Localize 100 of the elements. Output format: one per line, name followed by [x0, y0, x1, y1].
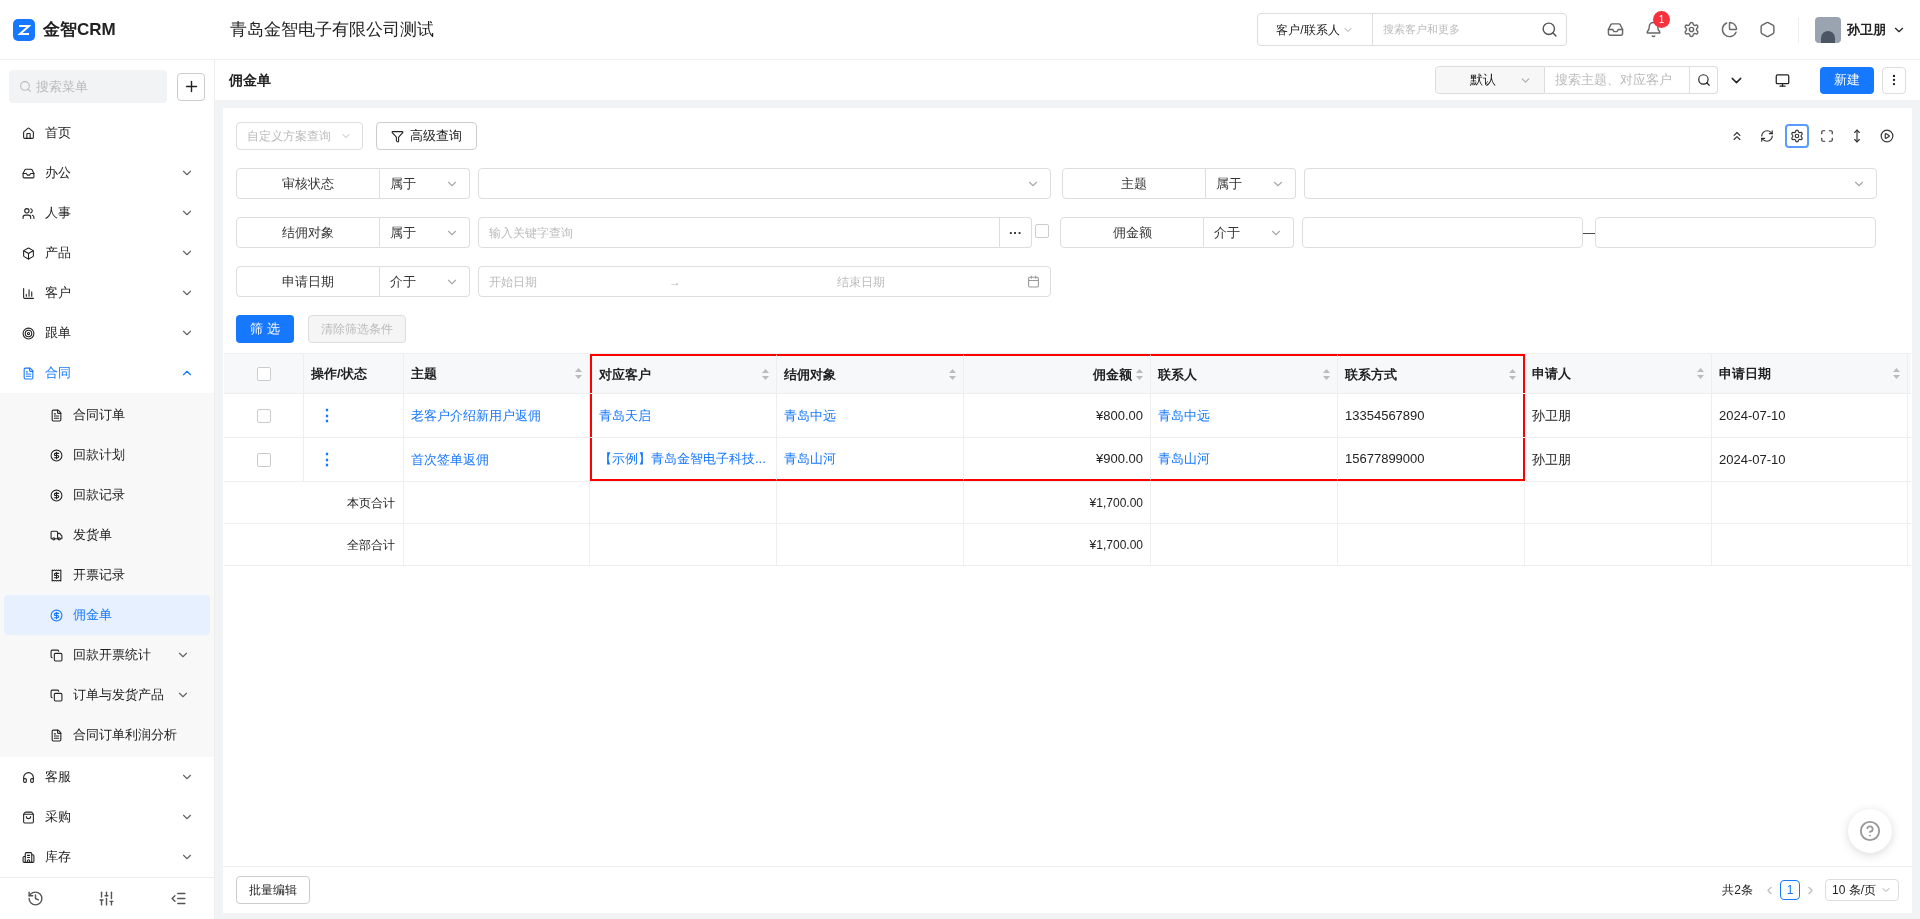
filter-label: 审核状态: [236, 168, 380, 199]
sidebar-item[interactable]: 合同: [0, 353, 214, 393]
row-menu[interactable]: ⋮: [319, 403, 335, 428]
operator-select[interactable]: 介于: [380, 266, 470, 297]
sidebar-item[interactable]: 库存: [0, 837, 214, 877]
sidebar-item[interactable]: 合同订单: [4, 395, 210, 435]
total-label: 本页合计: [347, 494, 395, 512]
table-link[interactable]: 青岛山河: [1158, 448, 1210, 469]
search-icon: [1696, 73, 1711, 87]
table-link[interactable]: 青岛中远: [784, 405, 836, 426]
sort-icon[interactable]: [1509, 369, 1516, 380]
notification-icon[interactable]: [1645, 21, 1662, 38]
sidebar-item[interactable]: 产品: [0, 233, 214, 273]
table-link[interactable]: 老客户介绍新用户返佣: [411, 405, 541, 426]
user-name[interactable]: 孙卫朋: [1847, 19, 1886, 40]
table-cell-text: 2024-07-10: [1719, 406, 1786, 425]
sidebar-item[interactable]: 佣金单: [4, 595, 210, 635]
table-cell-text: ¥900.00: [1096, 449, 1143, 468]
column-header[interactable]: 结佣对象: [777, 354, 964, 393]
more-button[interactable]: ···: [1000, 217, 1032, 248]
history-icon[interactable]: [27, 890, 45, 907]
coin-icon: [50, 488, 63, 502]
sort-icon[interactable]: [1697, 368, 1704, 379]
page-size-select[interactable]: 10 条/页: [1825, 879, 1899, 901]
search-button[interactable]: [1690, 66, 1718, 94]
new-button[interactable]: 新建: [1820, 66, 1874, 94]
table-link[interactable]: 青岛山河: [784, 448, 836, 469]
sidebar-item[interactable]: 跟单: [0, 313, 214, 353]
column-header[interactable]: 主题: [404, 354, 590, 393]
sidebar-item[interactable]: 回款记录: [4, 475, 210, 515]
batch-edit-button[interactable]: 批量编辑: [236, 876, 310, 904]
sidebar-item[interactable]: 客户: [0, 273, 214, 313]
sidebar-item[interactable]: 订单与发货产品: [4, 675, 210, 715]
column-header[interactable]: 佣金额: [964, 354, 1151, 393]
page-button[interactable]: 1: [1780, 880, 1800, 900]
logo-text: 金智CRM: [43, 18, 116, 41]
sort-icon[interactable]: [1893, 368, 1900, 379]
coin-icon: [50, 608, 63, 622]
table-link[interactable]: 青岛天启: [599, 405, 651, 426]
filter-label: 申请日期: [236, 266, 380, 297]
checkbox[interactable]: [256, 366, 271, 381]
sort-icon[interactable]: [1323, 369, 1330, 380]
apply-filter-button[interactable]: 筛 选: [236, 315, 294, 343]
total-amount: ¥1,700.00: [1089, 536, 1143, 554]
sidebar-item[interactable]: 采购: [0, 797, 214, 837]
sort-icon[interactable]: [762, 369, 769, 380]
table-cell-text: 孙卫朋: [1532, 450, 1571, 469]
column-header[interactable]: 申请人: [1525, 354, 1712, 393]
sidebar-item[interactable]: 客服: [0, 757, 214, 797]
global-search[interactable]: 客户/联系人 搜索客户和更多: [1257, 13, 1567, 46]
min-field[interactable]: [1302, 217, 1583, 248]
operator-select[interactable]: 介于: [1204, 217, 1294, 248]
column-header[interactable]: 申请日期: [1712, 354, 1908, 393]
table-cell-text: 15677899000: [1345, 449, 1425, 468]
table-link[interactable]: 首次签单返佣: [411, 449, 489, 470]
sort-icon[interactable]: [949, 369, 956, 380]
notification-badge: 1: [1653, 11, 1670, 28]
column-header[interactable]: 联系方式: [1338, 354, 1525, 393]
sidebar-item[interactable]: 合同订单利润分析: [4, 715, 210, 755]
settings-icon[interactable]: [1683, 21, 1700, 38]
sidebar-item[interactable]: 人事: [0, 193, 214, 233]
table-cell-text: 孙卫朋: [1532, 406, 1571, 425]
operator-select[interactable]: 属于: [380, 217, 470, 248]
table-link[interactable]: 青岛中远: [1158, 405, 1210, 426]
sidebar-item[interactable]: 回款计划: [4, 435, 210, 475]
checkbox[interactable]: [1035, 223, 1049, 238]
cube-icon: [22, 246, 35, 260]
sidebar-item[interactable]: 首页: [0, 113, 214, 153]
sort-icon[interactable]: [575, 368, 582, 379]
max-field[interactable]: [1595, 217, 1876, 248]
tray-icon[interactable]: [1607, 21, 1624, 38]
avatar[interactable]: [1815, 16, 1841, 43]
collapse-sidebar-icon[interactable]: [169, 890, 187, 907]
view-select[interactable]: 默认: [1435, 66, 1545, 94]
monitor-icon[interactable]: [1775, 72, 1790, 88]
sidebar-item[interactable]: 发货单: [4, 515, 210, 555]
help-button[interactable]: [1848, 809, 1892, 853]
sidebar-item[interactable]: 回款开票统计: [4, 635, 210, 675]
copy-icon: [50, 648, 63, 662]
column-header[interactable]: 联系人: [1151, 354, 1338, 393]
row-menu[interactable]: ⋮: [319, 447, 335, 472]
checkbox[interactable]: [256, 408, 271, 423]
document-icon: [50, 728, 63, 742]
document-icon: [22, 366, 35, 380]
pie-chart-icon[interactable]: [1721, 21, 1738, 38]
column-header[interactable]: 对应客户: [590, 354, 777, 393]
operator-select[interactable]: 属于: [1206, 168, 1296, 199]
hexagon-icon[interactable]: [1759, 21, 1776, 38]
sidebar-item[interactable]: 开票记录: [4, 555, 210, 595]
sidebar-item[interactable]: 办公: [0, 153, 214, 193]
operator-select[interactable]: 属于: [380, 168, 470, 199]
settings-icon[interactable]: [1785, 124, 1809, 148]
checkbox[interactable]: [256, 452, 271, 467]
total-amount: ¥1,700.00: [1089, 494, 1143, 512]
sliders-icon[interactable]: [98, 890, 116, 907]
add-button[interactable]: [177, 72, 205, 101]
column-header[interactable]: 操作/状态: [304, 354, 404, 393]
advanced-query-button[interactable]: 高级查询: [376, 122, 477, 150]
document-icon: [50, 408, 63, 422]
sort-icon[interactable]: [1136, 369, 1143, 380]
